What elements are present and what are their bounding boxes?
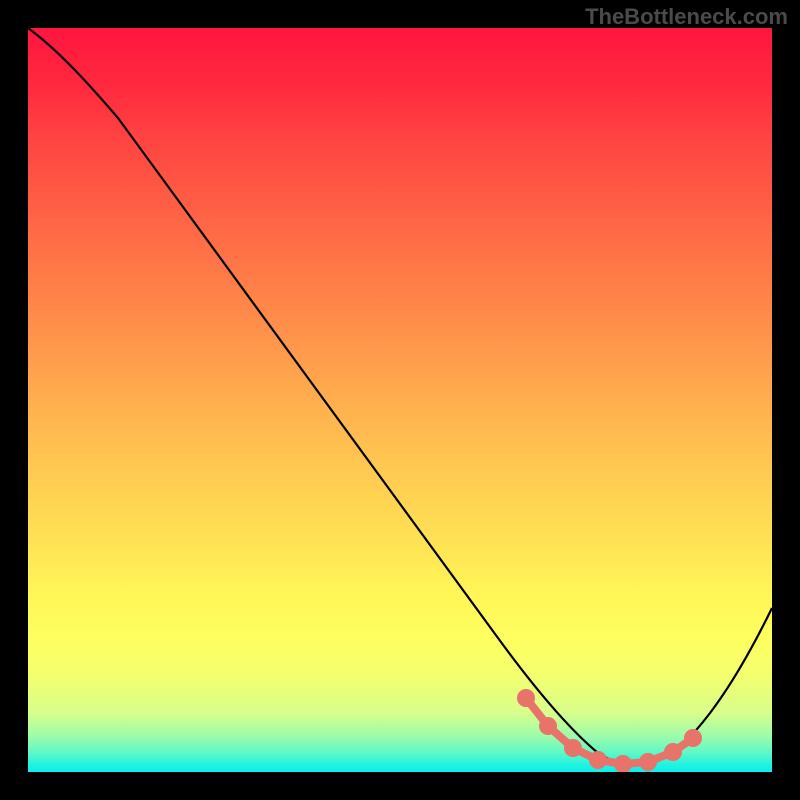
plot-area xyxy=(28,28,772,772)
optimal-range-highlight xyxy=(521,693,698,769)
chart-svg xyxy=(28,28,772,772)
watermark-text: TheBottleneck.com xyxy=(585,4,788,30)
bottleneck-curve-line xyxy=(28,28,772,765)
